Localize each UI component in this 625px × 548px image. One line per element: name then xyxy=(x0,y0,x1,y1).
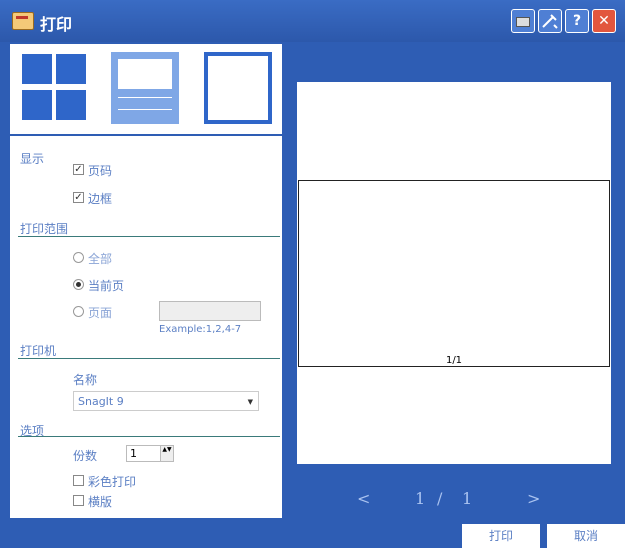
color-print-label: 彩色打印 xyxy=(88,475,137,489)
spin-arrows-icon[interactable]: ▲▼ xyxy=(160,446,173,461)
keyboard-icon[interactable] xyxy=(511,9,535,33)
pages-radio[interactable] xyxy=(73,306,84,317)
border-checkbox[interactable]: ✓ xyxy=(73,192,84,203)
window-title: 打印 xyxy=(40,15,73,34)
tools-icon[interactable] xyxy=(538,9,562,33)
layout-selector xyxy=(10,44,282,132)
section-rule xyxy=(18,358,280,359)
copies-stepper[interactable]: 1 ▲▼ xyxy=(126,445,174,462)
next-page-button[interactable]: > xyxy=(527,489,540,508)
page-separator: / xyxy=(437,489,443,508)
current-page-radio[interactable] xyxy=(73,279,84,290)
pages-input[interactable] xyxy=(159,301,261,321)
preview-panel: 1/1 < 1 / 1 > xyxy=(287,44,625,518)
cancel-button[interactable]: 取消 xyxy=(547,524,625,548)
current-page-number: 1 xyxy=(415,489,426,508)
page-number-label: 页码 xyxy=(88,164,113,178)
copies-value: 1 xyxy=(130,447,137,460)
color-print-checkbox[interactable] xyxy=(73,475,84,486)
title-bar: 打印 ? ✕ xyxy=(0,0,625,42)
print-dialog: 打印 ? ✕ 显示 ✓ 页码 ✓ 边框 打印范围 全部 当前页 页面 Examp… xyxy=(0,0,625,548)
print-range-section-label: 打印范围 xyxy=(20,222,69,236)
settings-panel: 显示 ✓ 页码 ✓ 边框 打印范围 全部 当前页 页面 Example:1,2,… xyxy=(10,44,282,518)
display-section-label: 显示 xyxy=(20,152,45,166)
prev-page-button[interactable]: < xyxy=(357,489,370,508)
help-icon[interactable]: ? xyxy=(565,9,589,33)
pages-label: 页面 xyxy=(88,306,113,320)
divider xyxy=(10,134,282,136)
layout-grid-button[interactable] xyxy=(20,52,88,124)
printer-section-label: 打印机 xyxy=(20,344,57,358)
layout-list-button[interactable] xyxy=(111,52,179,124)
landscape-label: 横版 xyxy=(88,495,113,509)
preview-area: 1/1 xyxy=(297,82,611,464)
layout-single-button[interactable] xyxy=(204,52,272,124)
preview-page-number: 1/1 xyxy=(445,355,463,366)
print-button[interactable]: 打印 xyxy=(462,524,540,548)
total-pages: 1 xyxy=(462,489,473,508)
landscape-checkbox[interactable] xyxy=(73,495,84,506)
close-icon[interactable]: ✕ xyxy=(592,9,616,33)
current-page-label: 当前页 xyxy=(88,279,125,293)
all-label: 全部 xyxy=(88,252,113,266)
printer-select[interactable]: SnagIt 9 ▼ xyxy=(73,391,259,411)
page-number-checkbox[interactable]: ✓ xyxy=(73,164,84,175)
app-icon xyxy=(12,12,34,30)
section-rule xyxy=(18,236,280,237)
border-label: 边框 xyxy=(88,192,113,206)
preview-page: 1/1 xyxy=(298,180,610,367)
printer-name-label: 名称 xyxy=(73,373,98,387)
all-radio[interactable] xyxy=(73,252,84,263)
section-rule xyxy=(18,436,280,437)
chevron-down-icon: ▼ xyxy=(247,398,253,406)
printer-select-value: SnagIt 9 xyxy=(78,395,124,408)
copies-label: 份数 xyxy=(73,449,98,463)
pages-example: Example:1,2,4-7 xyxy=(159,324,242,335)
